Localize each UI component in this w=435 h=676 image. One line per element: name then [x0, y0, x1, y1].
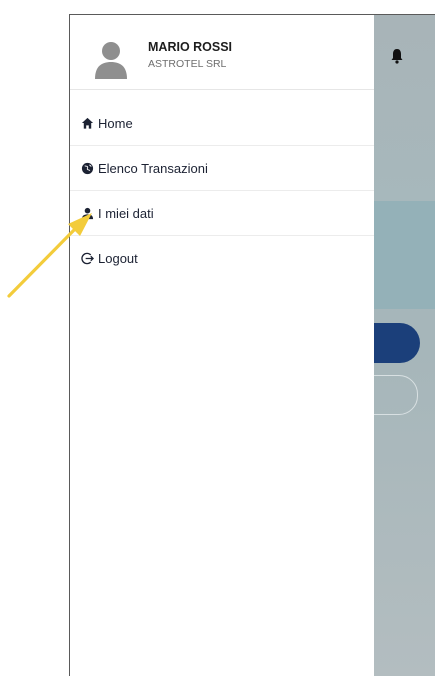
menu-item-label: I miei dati [98, 205, 154, 221]
menu-item-my-data[interactable]: I miei dati [70, 191, 374, 236]
device-frame: MARIO ROSSI ASTROTEL SRL Home Elenco Tra… [69, 14, 435, 676]
globe-icon [81, 162, 94, 174]
drawer-menu: Home Elenco Transazioni I miei dati Logo… [70, 101, 374, 281]
user-name: MARIO ROSSI [148, 40, 233, 54]
menu-item-label: Elenco Transazioni [98, 160, 208, 176]
menu-item-logout[interactable]: Logout [70, 236, 374, 281]
app-banner [374, 201, 435, 309]
home-icon [81, 117, 94, 129]
menu-item-home[interactable]: Home [70, 101, 374, 146]
drawer-header: MARIO ROSSI ASTROTEL SRL [70, 15, 374, 90]
menu-item-label: Home [98, 115, 133, 131]
menu-item-label: Logout [98, 251, 138, 266]
logout-icon [81, 252, 94, 265]
user-company: ASTROTEL SRL [148, 58, 227, 70]
person-icon [81, 207, 94, 219]
app-background [354, 15, 435, 676]
navigation-drawer: MARIO ROSSI ASTROTEL SRL Home Elenco Tra… [70, 15, 374, 676]
avatar [95, 42, 127, 79]
bell-icon[interactable] [390, 48, 404, 64]
menu-item-transactions[interactable]: Elenco Transazioni [70, 146, 374, 191]
